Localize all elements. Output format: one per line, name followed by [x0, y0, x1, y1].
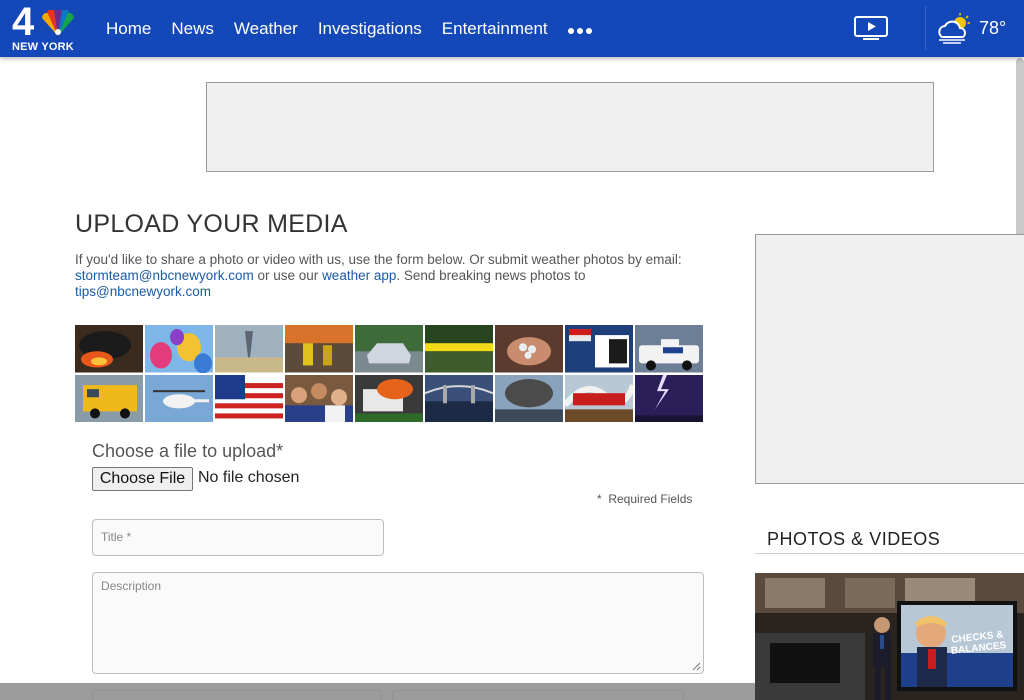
mosaic-tile [425, 374, 493, 422]
intro-text: If you'd like to share a photo or video … [75, 252, 710, 300]
scrollbar-thumb[interactable] [1016, 58, 1024, 256]
mosaic-tile [145, 374, 213, 422]
description-placeholder: Description [101, 579, 162, 593]
partly-cloudy-icon[interactable] [935, 13, 973, 45]
mosaic-tile [355, 325, 423, 373]
file-status-text: No file chosen [198, 469, 300, 486]
mosaic-tile [145, 325, 213, 373]
nav-news[interactable]: News [171, 19, 214, 39]
photo-mosaic [75, 325, 703, 422]
mosaic-tile [495, 325, 563, 373]
mosaic-tile [285, 374, 353, 422]
nav-entertainment[interactable]: Entertainment [442, 19, 548, 39]
main-nav: Home News Weather Investigations Enterta… [106, 0, 592, 57]
mosaic-tile [565, 374, 633, 422]
peacock-icon [41, 10, 75, 36]
mosaic-tile [495, 374, 563, 422]
mosaic-tile [635, 325, 703, 373]
description-textarea[interactable]: Description [92, 572, 704, 674]
mosaic-tile [355, 374, 423, 422]
ad-rail-right[interactable] [755, 234, 1024, 484]
title-input[interactable]: Title * [92, 519, 384, 556]
ad-banner-top[interactable] [206, 82, 934, 172]
page-title: UPLOAD YOUR MEDIA [75, 210, 348, 238]
resize-grip-icon[interactable] [692, 662, 701, 671]
required-fields-note: * Required Fields [597, 492, 693, 506]
station-logo[interactable]: 4 NEW YORK [10, 0, 80, 54]
upload-label: Choose a file to upload* [92, 441, 284, 461]
intro-text-part: If you'd like to share a photo or video … [75, 252, 682, 267]
mosaic-tile [285, 325, 353, 373]
logo-text: NEW YORK [12, 41, 74, 53]
mosaic-tile [215, 325, 283, 373]
bottom-overlay-bar [0, 683, 755, 700]
storm-team-email-link[interactable]: stormteam@nbcnewyork.com [75, 268, 254, 283]
nav-divider [925, 6, 926, 50]
mosaic-tile [425, 325, 493, 373]
section-divider [755, 553, 1024, 554]
temperature-readout[interactable]: 78° [979, 18, 1006, 39]
video-play-icon[interactable] [853, 15, 889, 41]
photos-videos-heading: PHOTOS & VIDEOS [767, 529, 941, 549]
mosaic-tile [565, 325, 633, 373]
nav-investigations[interactable]: Investigations [318, 19, 422, 39]
mosaic-tile [635, 374, 703, 422]
top-navigation-bar: 4 NEW YORK Home News Weather Investigati… [0, 0, 1024, 57]
logo-number: 4 [12, 0, 34, 44]
intro-text-part: . Send breaking news photos to [396, 268, 586, 283]
intro-text-part: or use our [253, 268, 323, 283]
nav-weather[interactable]: Weather [234, 19, 298, 39]
weather-app-link[interactable]: weather app [322, 268, 396, 283]
more-dots-icon[interactable] [567, 27, 592, 34]
mosaic-tile [215, 374, 283, 422]
tips-email-link[interactable]: tips@nbcnewyork.com [75, 284, 211, 299]
mosaic-tile [75, 374, 143, 422]
mosaic-tile [75, 325, 143, 373]
choose-file-button[interactable]: Choose File [92, 467, 193, 491]
nav-home[interactable]: Home [106, 19, 151, 39]
